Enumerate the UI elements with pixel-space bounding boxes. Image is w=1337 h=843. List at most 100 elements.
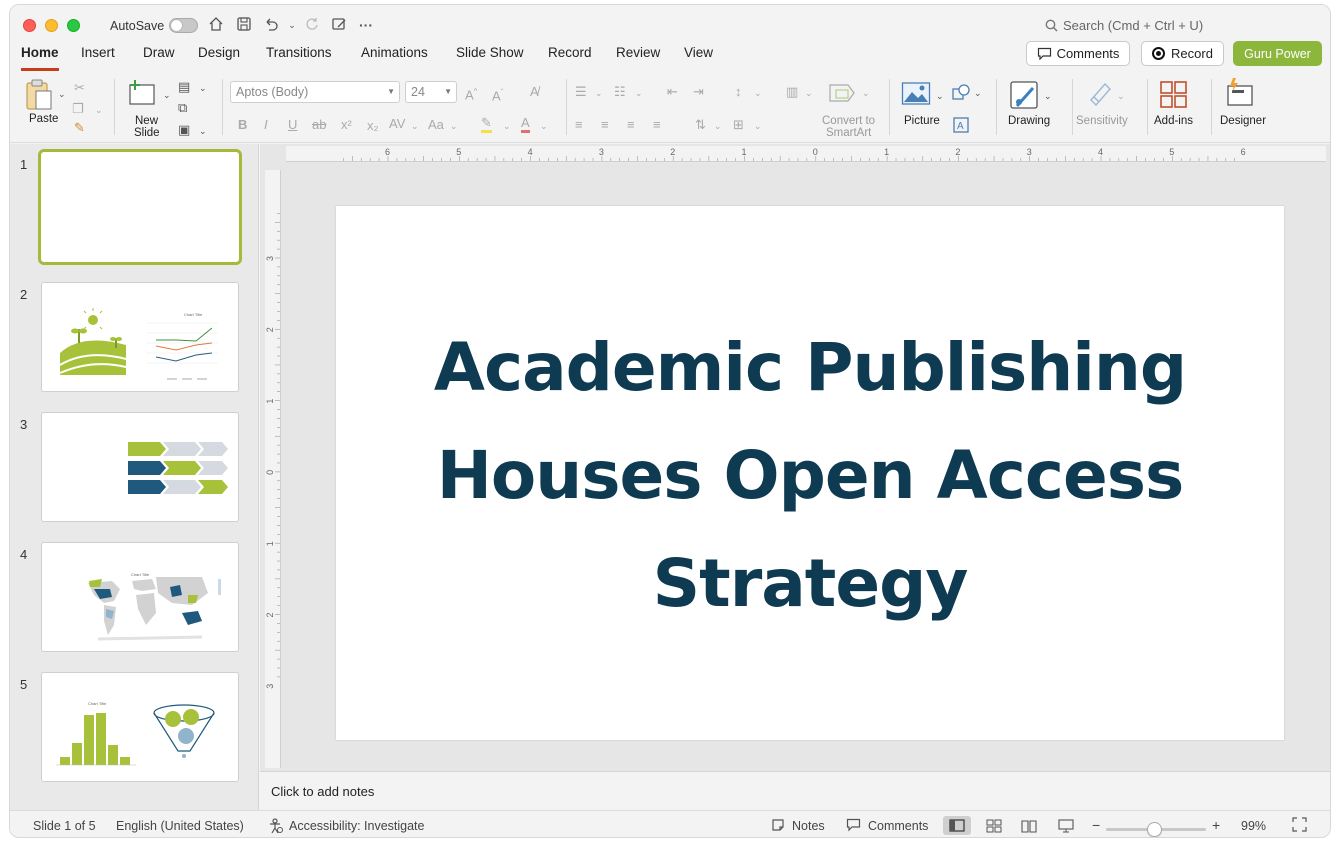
align-text-icon[interactable]: ⊞ bbox=[733, 118, 744, 132]
line-spacing-chevron-icon[interactable]: ⌄ bbox=[754, 86, 762, 100]
smartart-chevron-icon[interactable]: ⌄ bbox=[862, 86, 870, 100]
slide-thumbnail-3[interactable] bbox=[41, 412, 239, 522]
reading-view-button[interactable] bbox=[1015, 816, 1043, 835]
comments-status-icon[interactable] bbox=[846, 818, 861, 835]
justify-icon[interactable]: ≡ bbox=[653, 118, 661, 132]
slide-title[interactable]: Academic Publishing Houses Open Access S… bbox=[396, 314, 1224, 638]
add-ins-icon[interactable] bbox=[1159, 80, 1189, 110]
bullets-icon[interactable]: ☰ bbox=[575, 85, 587, 99]
comments-toggle[interactable]: Comments bbox=[868, 819, 928, 833]
search-box[interactable]: Search (Cmd + Ctrl + U) bbox=[1045, 18, 1203, 33]
sensitivity-chevron-icon[interactable]: ⌄ bbox=[1117, 89, 1125, 103]
designer-icon[interactable] bbox=[1224, 77, 1256, 109]
close-window-button[interactable] bbox=[23, 19, 36, 32]
align-text-chevron-icon[interactable]: ⌄ bbox=[754, 119, 762, 133]
cut-icon[interactable]: ✂ bbox=[74, 81, 85, 95]
slide-sorter-view-button[interactable] bbox=[980, 816, 1008, 835]
undo-dropdown-chevron-icon[interactable]: ⌄ bbox=[283, 16, 301, 34]
fit-to-window-icon[interactable] bbox=[1292, 817, 1307, 835]
zoom-slider-handle[interactable] bbox=[1147, 822, 1162, 837]
highlight-icon[interactable]: ✎ bbox=[481, 116, 492, 133]
save-icon[interactable] bbox=[235, 16, 253, 34]
drawing-icon[interactable] bbox=[1009, 80, 1041, 112]
tab-draw[interactable]: Draw bbox=[143, 45, 175, 71]
drawing-chevron-icon[interactable]: ⌄ bbox=[1044, 89, 1052, 103]
line-spacing-icon[interactable]: ↕ bbox=[735, 85, 742, 99]
align-left-icon[interactable]: ≡ bbox=[575, 118, 583, 132]
smartart-icon[interactable] bbox=[828, 81, 858, 105]
superscript-icon[interactable]: x² bbox=[341, 118, 352, 132]
zoom-window-button[interactable] bbox=[67, 19, 80, 32]
subscript-icon[interactable]: x₂ bbox=[367, 119, 379, 133]
increase-font-size-icon[interactable]: A^ bbox=[465, 85, 477, 102]
decrease-font-size-icon[interactable]: Aˇ bbox=[492, 86, 503, 103]
highlight-chevron-icon[interactable]: ⌄ bbox=[503, 119, 511, 133]
presenter-icon[interactable] bbox=[330, 16, 348, 34]
change-case-icon[interactable]: Aa bbox=[428, 118, 444, 132]
comments-button[interactable]: Comments bbox=[1026, 41, 1130, 66]
record-button[interactable]: Record bbox=[1141, 41, 1224, 66]
notes-icon[interactable] bbox=[771, 818, 786, 836]
strikethrough-icon[interactable]: ab bbox=[312, 118, 326, 132]
paste-icon[interactable] bbox=[24, 79, 54, 111]
columns-icon[interactable]: ▥ bbox=[786, 85, 798, 99]
numbering-icon[interactable]: ☷ bbox=[614, 85, 626, 99]
picture-icon[interactable] bbox=[901, 81, 931, 107]
tab-insert[interactable]: Insert bbox=[81, 45, 115, 71]
tab-home[interactable]: Home bbox=[21, 45, 59, 71]
align-center-icon[interactable]: ≡ bbox=[601, 118, 609, 132]
columns-chevron-icon[interactable]: ⌄ bbox=[805, 86, 813, 100]
section-icon[interactable]: ▣ bbox=[178, 123, 190, 137]
shapes-chevron-icon[interactable]: ⌄ bbox=[974, 86, 982, 100]
bullets-chevron-icon[interactable]: ⌄ bbox=[595, 86, 603, 100]
layout-dropdown-chevron-icon[interactable]: ⌄ bbox=[199, 81, 207, 95]
notes-pane[interactable]: Click to add notes bbox=[260, 771, 1330, 810]
normal-view-button[interactable] bbox=[943, 816, 971, 835]
autosave-toggle[interactable] bbox=[169, 18, 198, 33]
slide-thumbnail-2[interactable]: Chart Title bbox=[41, 282, 239, 392]
layout-icon[interactable]: ▤ bbox=[178, 80, 190, 94]
reset-slide-icon[interactable]: ⧉ bbox=[178, 101, 187, 115]
tab-animations[interactable]: Animations bbox=[361, 45, 428, 71]
new-slide-dropdown-chevron-icon[interactable]: ⌄ bbox=[163, 88, 171, 102]
minimize-window-button[interactable] bbox=[45, 19, 58, 32]
clear-formatting-icon[interactable]: A̸ bbox=[530, 85, 539, 99]
slide-thumbnail-4[interactable]: Chart Title bbox=[41, 542, 239, 652]
section-dropdown-chevron-icon[interactable]: ⌄ bbox=[199, 124, 207, 138]
tab-review[interactable]: Review bbox=[616, 45, 660, 71]
numbering-chevron-icon[interactable]: ⌄ bbox=[635, 86, 643, 100]
font-size-field[interactable]: 24 ▼ bbox=[405, 81, 457, 103]
sensitivity-icon[interactable] bbox=[1087, 80, 1113, 108]
change-case-chevron-icon[interactable]: ⌄ bbox=[450, 119, 458, 133]
align-right-icon[interactable]: ≡ bbox=[627, 118, 635, 132]
tab-transitions[interactable]: Transitions bbox=[266, 45, 332, 71]
notes-toggle[interactable]: Notes bbox=[792, 819, 825, 833]
zoom-level[interactable]: 99% bbox=[1241, 819, 1266, 833]
copy-dropdown-chevron-icon[interactable]: ⌄ bbox=[95, 103, 103, 117]
tab-record[interactable]: Record bbox=[548, 45, 592, 71]
guru-power-button[interactable]: Guru Power bbox=[1233, 41, 1322, 66]
font-color-icon[interactable]: A bbox=[521, 116, 530, 133]
tab-slide-show[interactable]: Slide Show bbox=[456, 45, 524, 71]
shapes-icon[interactable] bbox=[952, 84, 970, 102]
zoom-in-icon[interactable]: + bbox=[1212, 817, 1220, 833]
text-box-icon[interactable]: A bbox=[952, 116, 970, 134]
tab-design[interactable]: Design bbox=[198, 45, 240, 71]
underline-icon[interactable]: U bbox=[288, 118, 297, 132]
italic-icon[interactable]: I bbox=[264, 118, 268, 132]
font-color-chevron-icon[interactable]: ⌄ bbox=[540, 119, 548, 133]
copy-icon[interactable]: ❐ bbox=[72, 102, 84, 116]
undo-icon[interactable] bbox=[262, 16, 280, 34]
text-direction-icon[interactable]: ⇅ bbox=[695, 118, 706, 132]
accessibility-status[interactable]: Accessibility: Investigate bbox=[289, 819, 424, 833]
more-options-icon[interactable]: ··· bbox=[357, 16, 375, 34]
character-spacing-chevron-icon[interactable]: ⌄ bbox=[411, 119, 419, 133]
tab-view[interactable]: View bbox=[684, 45, 713, 71]
increase-indent-icon[interactable]: ⇥ bbox=[693, 85, 704, 99]
zoom-out-icon[interactable]: − bbox=[1092, 817, 1100, 833]
current-slide[interactable]: Academic Publishing Houses Open Access S… bbox=[336, 206, 1284, 740]
character-spacing-icon[interactable]: AV bbox=[389, 117, 405, 131]
slide-thumbnail-5[interactable]: Chart Title bbox=[41, 672, 239, 782]
slide-thumbnail-panel[interactable]: 1 2 Chart Title 3 4 Chart Title 5 Chart … bbox=[10, 144, 259, 810]
picture-chevron-icon[interactable]: ⌄ bbox=[936, 89, 944, 103]
